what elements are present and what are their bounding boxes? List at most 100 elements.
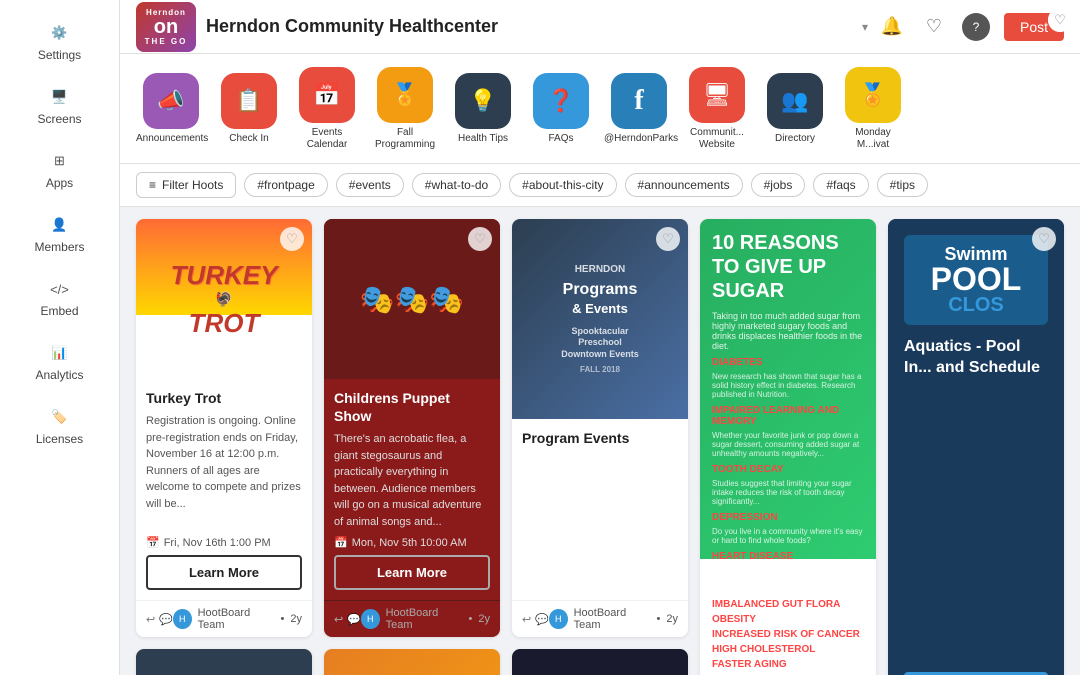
aquatics-body: ♡ Swimm POOL CLOS Aquatics - Pool In... …	[888, 219, 1064, 675]
faqs-icon: ❓	[533, 73, 589, 129]
favorite-button[interactable]: ♡	[280, 227, 304, 251]
apps-bar: 📣 Announcements 📋 Check In 📅 Events Cale…	[120, 54, 1080, 164]
app-events-calendar[interactable]: 📅 Events Calendar	[292, 67, 362, 151]
sidebar-item-licenses[interactable]: 🏷️ Licenses	[0, 394, 119, 458]
favorite-button[interactable]: ♡	[468, 227, 492, 251]
card-footer: ↩ 💬 H HootBoard Team • 2y	[324, 600, 500, 637]
app-checkin[interactable]: 📋 Check In	[214, 73, 284, 145]
tag-events[interactable]: #events	[336, 173, 404, 197]
fall-programming-icon: 🏅	[377, 67, 433, 123]
app-health-tips[interactable]: 💡 Health Tips	[448, 73, 518, 145]
main-content: Herndon on THE GO Herndon Community Heal…	[120, 0, 1080, 675]
sidebar-item-screens[interactable]: 🖥️ Screens	[0, 74, 119, 138]
card-description: Registration is ongoing. Online pre-regi…	[146, 413, 302, 530]
cards-grid: TURKEY 🦃 TROT ♡ Turkey Trot Registration…	[136, 219, 1064, 675]
licenses-icon: 🏷️	[49, 406, 71, 428]
app-directory[interactable]: 👥 Directory	[760, 73, 830, 145]
sugar-image: 10 REASONS TO GIVE UP SUGAR Taking in to…	[700, 219, 876, 559]
sugar-title: 10 REASONS TO GIVE UP SUGAR	[712, 231, 864, 303]
sidebar: ⚙️ Settings 🖥️ Screens ⊞ Apps 👤 Members …	[0, 0, 120, 675]
members-icon: 👤	[49, 214, 71, 236]
settings-icon: ⚙️	[49, 22, 71, 44]
tag-about-city[interactable]: #about-this-city	[509, 173, 616, 197]
comment-icon[interactable]: 💬	[535, 613, 549, 626]
tag-announcements[interactable]: #announcements	[625, 173, 743, 197]
learn-more-button[interactable]: Learn More	[334, 555, 490, 590]
app-faqs[interactable]: ❓ FAQs	[526, 73, 596, 145]
card-body: Program Events	[512, 419, 688, 600]
sidebar-item-members[interactable]: 👤 Members	[0, 202, 119, 266]
video-thumbnail: ▶ ♡	[136, 649, 312, 675]
notification-icon[interactable]: 🔔	[878, 13, 906, 41]
sidebar-item-apps[interactable]: ⊞ Apps	[0, 138, 119, 202]
card-title: Childrens Puppet Show	[334, 389, 490, 425]
sugar-reason-6: IMBALANCED GUT FLORA	[712, 599, 840, 610]
favorite-button[interactable]: ♡	[656, 227, 680, 251]
author-name: HootBoard Team	[574, 607, 651, 631]
card-body: Turkey Trot Registration is ongoing. Onl…	[136, 379, 312, 600]
tag-frontpage[interactable]: #frontpage	[244, 173, 327, 197]
app-herndon-parks[interactable]: f @HerndonParks	[604, 73, 674, 145]
sugar-reason-7: OBESITY	[712, 614, 756, 625]
card-date: 📅 Fri, Nov 16th 1:00 PM	[146, 536, 302, 549]
favorites-icon[interactable]: ♡	[920, 13, 948, 41]
analytics-icon: 📊	[49, 342, 71, 364]
repost-icon[interactable]: ↩	[522, 613, 531, 626]
card-leaf: leaf ♡	[324, 649, 500, 675]
card-body: Childrens Puppet Show There's an acrobat…	[324, 379, 500, 600]
embed-icon: </>	[49, 278, 71, 300]
card-footer: ↩ 💬 H HootBoard Team • 2y	[512, 600, 688, 637]
herndon-parks-icon: f	[611, 73, 667, 129]
account-icon[interactable]: ?	[962, 13, 990, 41]
checkin-icon: 📋	[221, 73, 277, 129]
app-community-website[interactable]: 🖥 Communit... Website	[682, 67, 752, 151]
sugar-reason-5: HEART DISEASE	[712, 551, 793, 562]
card-turkey-trot: TURKEY 🦃 TROT ♡ Turkey Trot Registration…	[136, 219, 312, 637]
screens-icon: 🖥️	[49, 86, 71, 108]
sugar-reason-10: FASTER AGING	[712, 659, 787, 670]
comment-icon[interactable]: 💬	[347, 613, 361, 626]
dropdown-arrow-icon[interactable]: ▾	[862, 20, 868, 34]
sugar-reason-1: DIABETES	[712, 357, 763, 368]
sidebar-item-settings[interactable]: ⚙️ Settings	[0, 10, 119, 74]
filter-icon: ≡	[149, 178, 156, 192]
app-fall-programming[interactable]: 🏅 Fall Programming	[370, 67, 440, 151]
content-area: TURKEY 🦃 TROT ♡ Turkey Trot Registration…	[120, 207, 1080, 675]
card-video: ▶ ♡	[136, 649, 312, 675]
events-calendar-icon: 📅	[299, 67, 355, 123]
program-events-image: HERNDON Programs & Events Spooktacular P…	[512, 219, 688, 419]
tag-jobs[interactable]: #jobs	[751, 173, 806, 197]
calendar-icon: 📅	[146, 536, 160, 549]
turkey-trot-image: TURKEY 🦃 TROT ♡	[136, 219, 312, 379]
comment-icon[interactable]: 💬	[159, 613, 173, 626]
card-program-events: HERNDON Programs & Events Spooktacular P…	[512, 219, 688, 637]
calendar-icon: 📅	[334, 536, 348, 549]
learn-more-button[interactable]: Learn More	[146, 555, 302, 590]
logo: Herndon on THE GO	[136, 2, 196, 52]
sidebar-item-embed[interactable]: </> Embed	[0, 266, 119, 330]
tag-tips[interactable]: #tips	[877, 173, 928, 197]
pool-sign: Swimm POOL CLOS	[904, 235, 1048, 325]
filter-hoots-button[interactable]: ≡ Filter Hoots	[136, 172, 236, 198]
author-avatar: H	[549, 609, 568, 629]
directory-icon: 👥	[767, 73, 823, 129]
card-description: There's an acrobatic flea, a giant stego…	[334, 431, 490, 530]
halloween-image: 🎃🦇🏚️ ♡	[512, 649, 688, 675]
sidebar-item-analytics[interactable]: 📊 Analytics	[0, 330, 119, 394]
sugar-reason-3: TOOTH DECAY	[712, 464, 784, 475]
health-tips-icon: 💡	[455, 73, 511, 129]
card-aquatics: ♡ Swimm POOL CLOS Aquatics - Pool In... …	[888, 219, 1064, 675]
author-name: HootBoard Team	[198, 607, 275, 631]
community-website-icon: 🖥	[689, 67, 745, 123]
repost-icon[interactable]: ↩	[146, 613, 155, 626]
page-title: Herndon Community Healthcenter	[206, 16, 852, 37]
app-monday[interactable]: 🏅 Monday M...ivat	[838, 67, 908, 151]
card-title: Aquatics - Pool In... and Schedule	[904, 337, 1048, 379]
favorite-button[interactable]: ♡	[1032, 227, 1056, 251]
repost-icon[interactable]: ↩	[334, 613, 343, 626]
header: Herndon on THE GO Herndon Community Heal…	[120, 0, 1080, 54]
tag-what-to-do[interactable]: #what-to-do	[412, 173, 501, 197]
sugar-reason-8: INCREASED RISK OF CANCER	[712, 629, 860, 640]
tag-faqs[interactable]: #faqs	[813, 173, 868, 197]
app-announcements[interactable]: 📣 Announcements	[136, 73, 206, 145]
